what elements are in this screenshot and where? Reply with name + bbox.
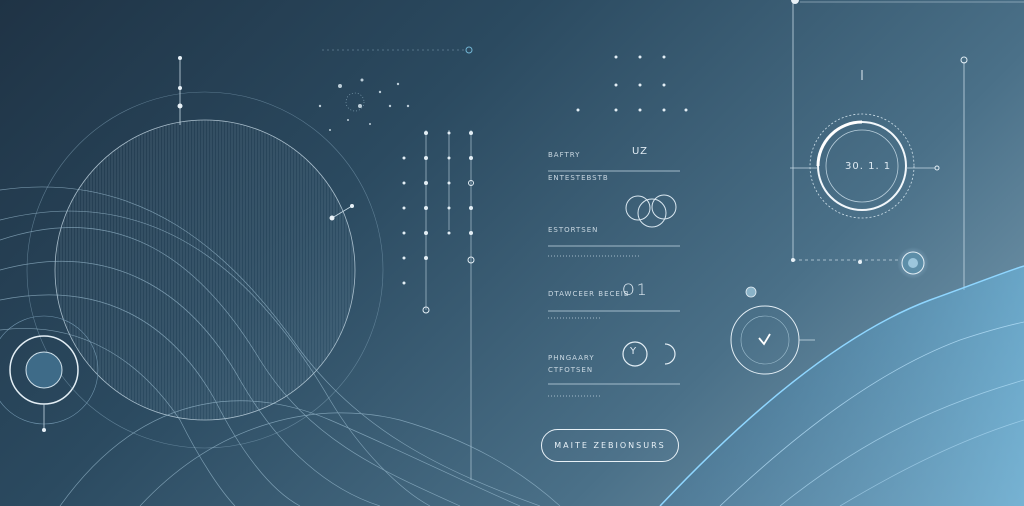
row1-sublabel: ENTESTEBSTB	[548, 174, 609, 182]
action-button-label: MAITE ZEBIONSURS	[554, 441, 666, 450]
knob-icon	[745, 247, 929, 298]
row4-label-a: PHNGAARY	[548, 354, 595, 362]
gauge-readout: 30. 1. 1	[845, 161, 892, 172]
dot-matrix	[576, 55, 688, 112]
dot-grid	[402, 130, 475, 480]
row1-label: BAFTRY	[548, 151, 581, 159]
row4-label-b: CTFOTSEN	[548, 366, 594, 374]
row4-value: Y	[630, 346, 638, 357]
left-dial	[0, 315, 99, 432]
row2-label: ESTORTSEN	[548, 226, 599, 234]
striped-sphere	[26, 91, 384, 449]
dot-cluster	[318, 46, 473, 131]
row1-value: UZ	[632, 146, 648, 157]
check-dial	[730, 305, 815, 375]
check-icon	[758, 333, 771, 346]
panel-rules	[548, 170, 680, 397]
row3-label: DTAWCEER BECEIB	[548, 290, 630, 298]
ring-gauge	[790, 0, 1024, 290]
wave-mesh-right	[659, 265, 1024, 506]
hud-background	[0, 0, 1024, 506]
action-button[interactable]: MAITE ZEBIONSURS	[541, 429, 679, 462]
overlap-circles-icon	[625, 194, 677, 228]
row3-value: O1	[622, 280, 649, 299]
